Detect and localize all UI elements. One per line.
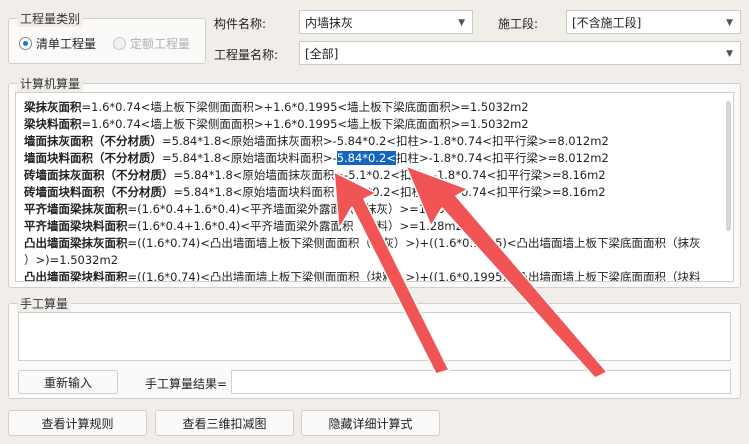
chevron-down-icon: ▼	[726, 18, 733, 28]
component-name-value: 内墙抹灰	[305, 15, 354, 30]
view-3d-deduction-button[interactable]: 查看三维扣减图	[155, 410, 294, 436]
reenter-button[interactable]: 重新输入	[18, 370, 118, 394]
calc-line: 砖墙面块料面积（不分材质）=5.84*1.8<原始墙面块料面积>-5.1*0.2…	[24, 184, 733, 201]
calc-line-formula: =5.84*1.8<原始墙面抹灰面积>-5.1*0.2<扣柱>-1.8*0.74…	[173, 168, 606, 182]
calc-line-name: 凸出墙面梁抹灰面积	[24, 236, 128, 250]
quantity-name-label: 工程量名称:	[214, 48, 279, 62]
calc-line-formula: =((1.6*0.74)<凸出墙面墙上板下梁侧面面积（抹灰）>)+((1.6*0…	[127, 236, 701, 250]
calc-line: ）>)=1.5032m2	[24, 252, 733, 269]
calc-line-formula: =5.84*1.8<原始墙面抹灰面积>-5.84*0.2<扣柱>-1.8*0.7…	[162, 134, 609, 148]
calc-line: 梁抹灰面积=1.6*0.74<墙上板下梁侧面面积>+1.6*0.1995<墙上板…	[24, 99, 733, 116]
calc-line: 平齐墙面梁块料面积=(1.6*0.4+1.6*0.4)<平齐墙面梁外露面积（块料…	[24, 218, 733, 235]
calc-line: 墙面块料面积（不分材质）=5.84*1.8<原始墙面块料面积>-5.84*0.2…	[24, 150, 733, 167]
calc-line-name: 砖墙面抹灰面积（不分材质）	[24, 168, 174, 182]
calc-scrollbar[interactable]	[726, 101, 731, 231]
category-legend: 工程量类别	[17, 10, 84, 27]
calc-line-formula-rest: 扣柱>-1.8*0.74<扣平行梁>=8.012m2	[395, 151, 609, 165]
manual-result-label: 手工算量结果=	[145, 377, 228, 391]
calc-line-formula: =(1.6*0.4+1.6*0.4)<平齐墙面梁外露面积（块料）>=1.28m2	[127, 219, 463, 233]
calc-line: 梁块料面积=1.6*0.74<墙上板下梁侧面面积>+1.6*0.1995<墙上板…	[24, 116, 733, 133]
calc-line-name: 梁抹灰面积	[24, 100, 82, 114]
category-group: 工程量类别 清单工程量 定额工程量	[8, 10, 206, 64]
radio-list-quantity-label: 清单工程量	[36, 37, 97, 51]
stage-select[interactable]: [不含施工段] ▼	[566, 10, 741, 34]
view-rules-button[interactable]: 查看计算规则	[8, 410, 147, 436]
manual-calc-input[interactable]	[18, 312, 731, 361]
radio-quota-quantity: 定额工程量	[113, 35, 190, 52]
chevron-down-icon: ▼	[726, 49, 733, 59]
stage-label: 施工段:	[498, 17, 539, 31]
calc-line-formula: =5.84*1.8<原始墙面块料面积>-5.1*0.2<扣柱>-1.8*0.74…	[173, 185, 606, 199]
component-name-select[interactable]: 内墙抹灰 ▼	[299, 10, 473, 34]
component-name-label: 构件名称:	[214, 17, 267, 31]
radio-list-quantity-indicator[interactable]	[19, 37, 32, 50]
calc-line-name: 墙面块料面积（不分材质）	[24, 151, 162, 165]
stage-value: [不含施工段]	[572, 15, 642, 30]
calc-line-name: 砖墙面块料面积（不分材质）	[24, 185, 174, 199]
calc-line: 平齐墙面梁抹灰面积=(1.6*0.4+1.6*0.4)<平齐墙面梁外露面积（抹灰…	[24, 201, 733, 218]
calc-line-formula: =((1.6*0.74)<凸出墙面墙上板下梁侧面面积（块料）>)+((1.6*0…	[127, 270, 701, 282]
calc-line-formula: ）>)=1.5032m2	[24, 253, 119, 267]
calc-line: 凸出墙面梁抹灰面积=((1.6*0.74)<凸出墙面墙上板下梁侧面面积（抹灰）>…	[24, 235, 733, 252]
calc-line: 墙面抹灰面积（不分材质）=5.84*1.8<原始墙面抹灰面积>-5.84*0.2…	[24, 133, 733, 150]
computer-calc-text[interactable]: 梁抹灰面积=1.6*0.74<墙上板下梁侧面面积>+1.6*0.1995<墙上板…	[15, 92, 734, 282]
calc-line-name: 凸出墙面梁块料面积	[24, 270, 128, 282]
manual-calc-group: 手工算量 重新输入 手工算量结果=	[8, 295, 741, 399]
radio-list-quantity[interactable]: 清单工程量	[19, 35, 96, 52]
calc-line-formula: =1.6*0.74<墙上板下梁侧面面积>+1.6*0.1995<墙上板下梁底面面…	[81, 100, 529, 114]
calc-line-name: 平齐墙面梁抹灰面积	[24, 202, 128, 216]
calc-line-selection: 5.84*0.2<	[336, 151, 396, 165]
hide-formula-button[interactable]: 隐藏详细计算式	[301, 410, 440, 436]
radio-quota-quantity-label: 定额工程量	[130, 37, 191, 51]
calc-line-name: 平齐墙面梁块料面积	[24, 219, 128, 233]
chevron-down-icon: ▼	[458, 18, 465, 28]
calc-lines: 梁抹灰面积=1.6*0.74<墙上板下梁侧面面积>+1.6*0.1995<墙上板…	[24, 99, 733, 282]
calc-line-formula: =(1.6*0.4+1.6*0.4)<平齐墙面梁外露面积（抹灰）>=1.28m2	[127, 202, 463, 216]
radio-quota-quantity-indicator	[113, 37, 126, 50]
calc-line-name: 梁块料面积	[24, 117, 82, 131]
computer-calc-group: 计算机算量 梁抹灰面积=1.6*0.74<墙上板下梁侧面面积>+1.6*0.19…	[8, 75, 741, 288]
calc-line-formula: =1.6*0.74<墙上板下梁侧面面积>+1.6*0.1995<墙上板下梁底面面…	[81, 117, 529, 131]
manual-calc-legend: 手工算量	[17, 295, 72, 312]
quantity-name-value: [全部]	[305, 46, 339, 61]
computer-calc-legend: 计算机算量	[17, 75, 84, 92]
calc-line: 凸出墙面梁块料面积=((1.6*0.74)<凸出墙面墙上板下梁侧面面积（块料）>…	[24, 269, 733, 282]
manual-result-input[interactable]	[231, 370, 731, 394]
calc-line-formula: =5.84*1.8<原始墙面块料面积>-	[162, 151, 337, 165]
calc-line: 砖墙面抹灰面积（不分材质）=5.84*1.8<原始墙面抹灰面积>-5.1*0.2…	[24, 167, 733, 184]
calc-line-name: 墙面抹灰面积（不分材质）	[24, 134, 162, 148]
quantity-name-select[interactable]: [全部] ▼	[299, 41, 741, 65]
